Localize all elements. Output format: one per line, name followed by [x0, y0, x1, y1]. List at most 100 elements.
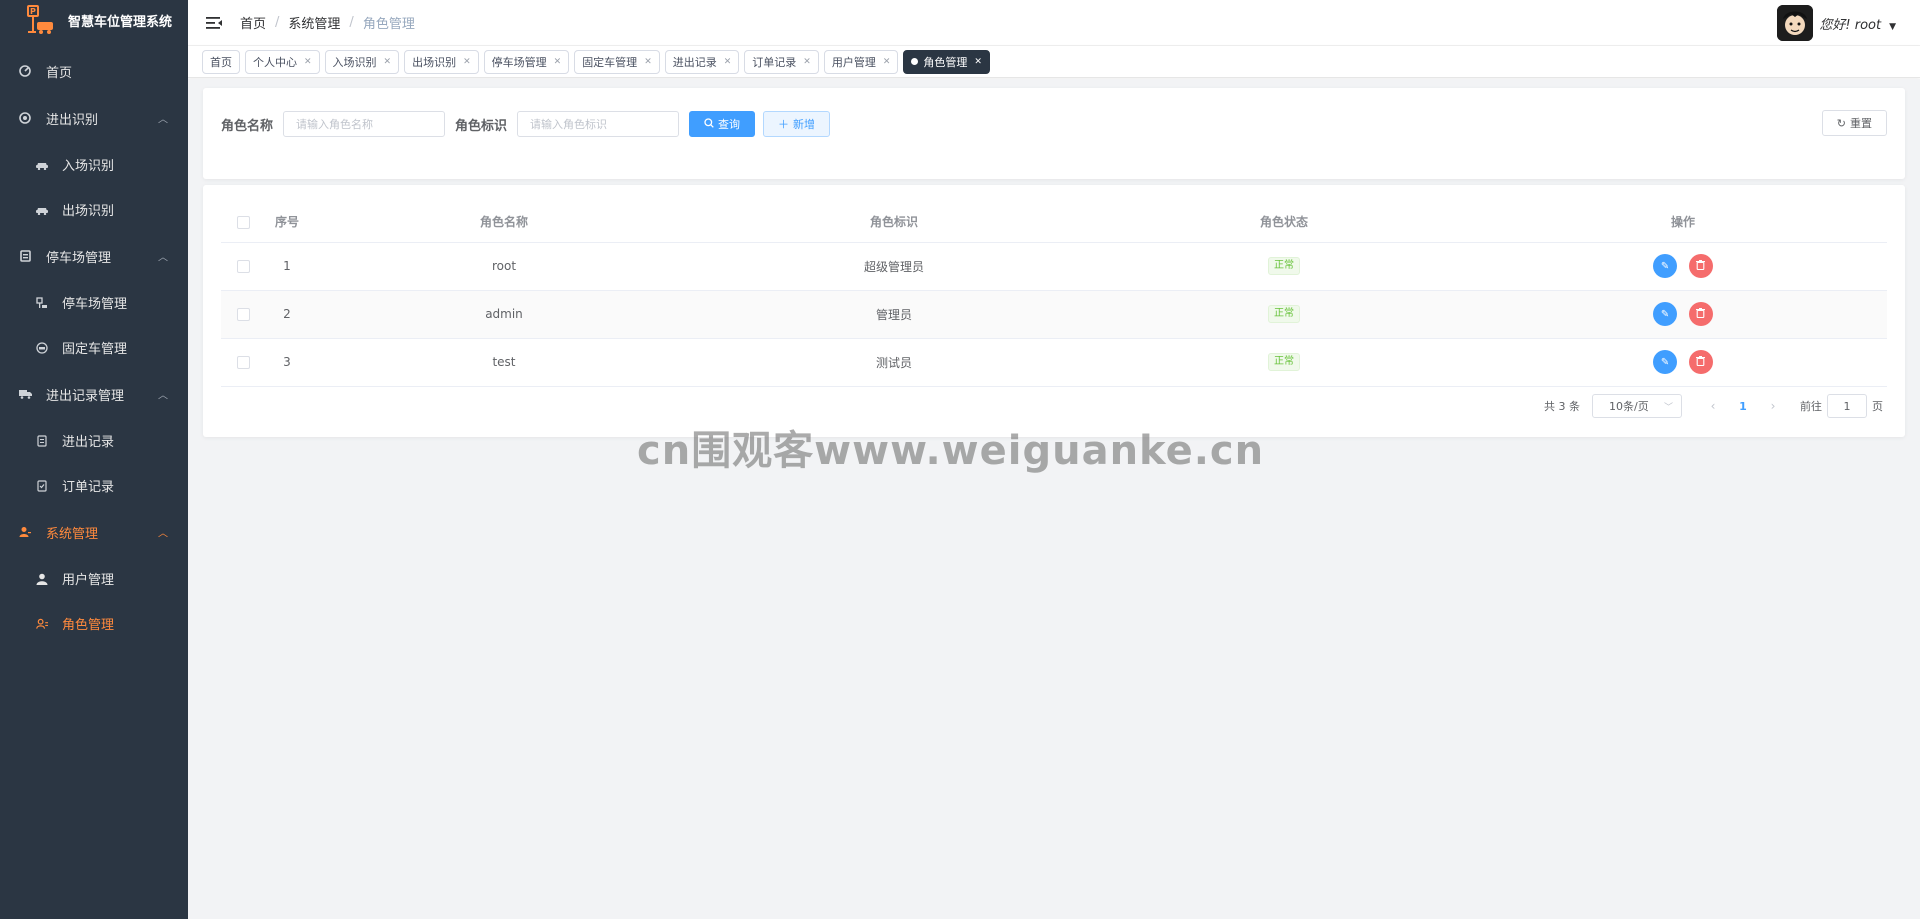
goto-page-input[interactable] [1827, 394, 1867, 418]
close-icon[interactable]: ✕ [883, 57, 891, 67]
trash-icon [1696, 307, 1706, 321]
sidebar-item-parking-management[interactable]: 停车场管理 [0, 280, 188, 325]
close-icon[interactable]: ✕ [463, 57, 471, 67]
close-icon[interactable]: ✕ [803, 57, 811, 67]
user-menu[interactable]: 您好! root ▼ [1777, 5, 1896, 41]
order-icon [36, 479, 48, 493]
close-icon[interactable]: ✕ [554, 57, 562, 67]
breadcrumb-current: 角色管理 [362, 17, 415, 32]
sidebar-group-parking[interactable]: 停车场管理 ︿ [0, 232, 188, 280]
sidebar-group-entry-exit[interactable]: 进出识别 ︿ [0, 94, 188, 142]
breadcrumb-separator: / [275, 15, 280, 30]
app-title: 智慧车位管理系统 [68, 14, 173, 30]
close-icon[interactable]: ✕ [974, 57, 982, 67]
tag-role-management[interactable]: 角色管理 ✕ [903, 49, 990, 74]
tag-label: 角色管理 [923, 55, 968, 69]
role-name-cell: admin [309, 290, 699, 339]
breadcrumb-system[interactable]: 系统管理 [288, 13, 340, 32]
edit-button[interactable]: ✎ [1653, 350, 1678, 374]
search-form: 角色名称 角色标识 查询 ＋ 新增 [221, 111, 838, 137]
chevron-up-icon: ︿ [158, 114, 168, 126]
tag-order-records[interactable]: 订单记录 ✕ [744, 49, 819, 74]
trash-icon [1696, 355, 1706, 369]
delete-button[interactable] [1688, 254, 1713, 278]
row-checkbox[interactable] [236, 356, 250, 369]
role-key-input[interactable] [517, 111, 680, 137]
close-icon[interactable]: ✕ [644, 57, 652, 67]
status-cell: 正常 [1089, 338, 1479, 387]
tag-label: 进出记录 [672, 55, 717, 69]
sidebar-item-order-records[interactable]: 订单记录 [0, 463, 188, 508]
parking-logo-icon: P [26, 5, 56, 35]
prev-page-button[interactable]: ‹ [1698, 399, 1728, 413]
page-size-select[interactable]: 10条/页 ﹀ [1592, 394, 1682, 418]
role-name-label: 角色名称 [221, 118, 274, 134]
table-row: 1 root 超级管理员 正常 ✎ [221, 242, 1887, 291]
tag-exit-recognition[interactable]: 出场识别 ✕ [404, 49, 479, 74]
role-name-cell: test [309, 338, 699, 387]
role-key-label: 角色标识 [455, 118, 508, 134]
tag-entry-records[interactable]: 进出记录 ✕ [664, 49, 740, 74]
refresh-icon: ↻ [1836, 116, 1846, 130]
caret-down-icon[interactable]: ▼ [1889, 22, 1896, 32]
role-table: 序号 角色名称 角色标识 角色状态 操作 1 root 超级管理员 正常 ✎ 2… [221, 202, 1887, 387]
breadcrumb-home[interactable]: 首页 [240, 13, 266, 32]
tag-label: 个人中心 [253, 55, 297, 69]
page-size-value: 10条/页 [1609, 400, 1649, 413]
edit-icon: ✎ [1660, 308, 1670, 320]
row-checkbox[interactable] [236, 308, 250, 321]
index-cell: 2 [265, 290, 309, 339]
close-icon[interactable]: ✕ [384, 57, 392, 67]
tag-home[interactable]: 首页 [202, 49, 240, 74]
sidebar-item-home[interactable]: 首页 [0, 48, 188, 94]
actions-cell: ✎ [1479, 242, 1887, 291]
close-icon[interactable]: ✕ [724, 57, 732, 67]
tag-profile[interactable]: 个人中心 ✕ [245, 49, 320, 74]
car-icon [36, 203, 48, 217]
index-cell: 3 [265, 338, 309, 387]
sidebar-group-system[interactable]: 系统管理 ︿ [0, 508, 188, 556]
sidebar-item-role-management[interactable]: 角色管理 [0, 601, 188, 646]
sidebar-item-exit-recognition[interactable]: 出场识别 [0, 187, 188, 232]
sidebar-item-entry-records[interactable]: 进出记录 [0, 418, 188, 463]
edit-button[interactable]: ✎ [1653, 302, 1678, 326]
reset-button[interactable]: ↻ 重置 [1821, 110, 1887, 136]
sidebar-item-fixed-car[interactable]: 固定车管理 [0, 325, 188, 370]
pagination-total: 共 3 条 [1544, 400, 1580, 413]
select-all-checkbox[interactable] [236, 215, 250, 229]
sidebar-item-label: 进出识别 [46, 112, 99, 128]
query-button[interactable]: 查询 [689, 111, 756, 137]
page-number[interactable]: 1 [1728, 400, 1758, 413]
tag-label: 用户管理 [831, 55, 876, 69]
tag-user-management[interactable]: 用户管理 ✕ [823, 49, 899, 74]
sidebar-item-entry-recognition[interactable]: 入场识别 [0, 142, 188, 187]
menu-fold-icon[interactable] [204, 16, 224, 29]
dashboard-icon [18, 64, 32, 78]
delete-button[interactable] [1688, 350, 1713, 374]
scan-icon [18, 111, 32, 125]
sidebar-item-label: 进出记录管理 [46, 388, 125, 404]
row-checkbox[interactable] [236, 260, 250, 273]
avatar[interactable] [1777, 5, 1814, 41]
column-header: 操作 [1479, 202, 1887, 243]
sidebar-group-records[interactable]: 进出记录管理 ︿ [0, 370, 188, 418]
breadcrumb-separator: / [349, 15, 354, 30]
role-name-input[interactable] [283, 111, 446, 137]
edit-button[interactable]: ✎ [1653, 254, 1678, 278]
sidebar-item-user-management[interactable]: 用户管理 [0, 556, 188, 601]
next-page-button[interactable]: › [1758, 399, 1788, 413]
close-icon[interactable]: ✕ [304, 57, 312, 67]
tag-parking-management[interactable]: 停车场管理 ✕ [483, 49, 570, 74]
column-header: 角色标识 [699, 202, 1089, 243]
page-jumper: 前往 页 [1800, 394, 1883, 418]
trash-icon [1696, 259, 1706, 273]
tag-fixed-car[interactable]: 固定车管理 ✕ [574, 49, 660, 74]
tag-entry-recognition[interactable]: 入场识别 ✕ [324, 49, 400, 74]
add-button[interactable]: ＋ 新增 [763, 111, 831, 137]
delete-button[interactable] [1688, 302, 1713, 326]
pagination: 共 3 条 10条/页 ﹀ ‹ 1 › 前往 页 [1544, 394, 1883, 418]
logo[interactable]: P 智慧车位管理系统 [0, 0, 188, 40]
sidebar-item-label: 出场识别 [62, 204, 115, 219]
tag-label: 入场识别 [332, 55, 377, 69]
sidebar-item-label: 用户管理 [62, 573, 115, 588]
